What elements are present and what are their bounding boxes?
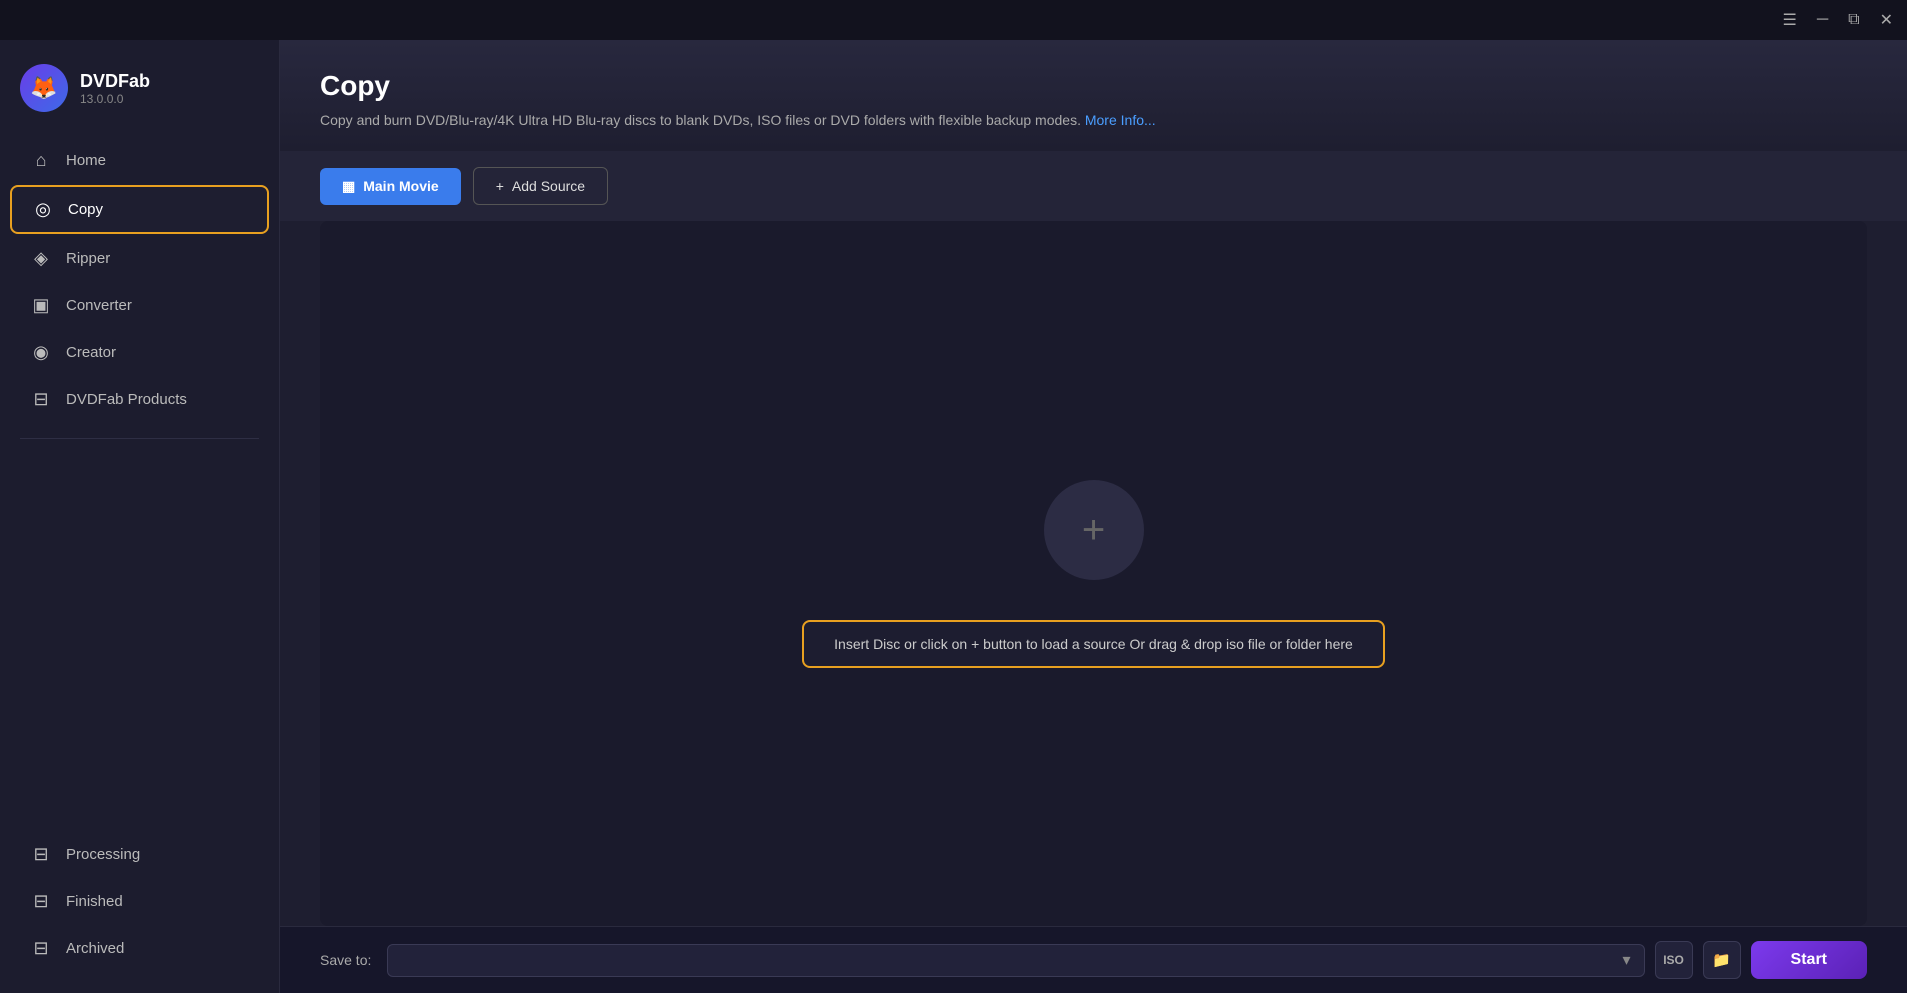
titlebar: ☰ ─ ⧉ ✕ (0, 0, 1907, 40)
sidebar-item-label-products: DVDFab Products (66, 391, 187, 408)
sidebar-item-home[interactable]: ⌂ Home (10, 138, 269, 183)
processing-icon: ⊟ (30, 844, 52, 865)
sidebar-item-copy[interactable]: ◎ Copy (10, 185, 269, 234)
sidebar-nav-bottom: ⊟ Processing ⊟ Finished ⊟ Archived (0, 826, 279, 977)
add-source-plus-icon: + (496, 178, 504, 194)
sidebar-item-creator[interactable]: ◉ Creator (10, 330, 269, 375)
menu-icon[interactable]: ☰ (1778, 6, 1800, 34)
sidebar-item-label-home: Home (66, 152, 106, 169)
ripper-icon: ◈ (30, 248, 52, 269)
sidebar-item-label-finished: Finished (66, 893, 123, 910)
creator-icon: ◉ (30, 342, 52, 363)
drop-hint: Insert Disc or click on + button to load… (802, 620, 1385, 668)
sidebar-item-label-ripper: Ripper (66, 250, 110, 267)
sidebar-item-ripper[interactable]: ◈ Ripper (10, 236, 269, 281)
sidebar-item-processing[interactable]: ⊟ Processing (10, 832, 269, 877)
sidebar-item-archived[interactable]: ⊟ Archived (10, 926, 269, 971)
save-to-label: Save to: (320, 952, 371, 968)
page-header: Copy Copy and burn DVD/Blu-ray/4K Ultra … (280, 40, 1907, 151)
folder-icon: 📁 (1712, 951, 1731, 969)
add-source-label: Add Source (512, 178, 585, 194)
main-movie-button[interactable]: ▦ Main Movie (320, 168, 461, 205)
sidebar-item-label-creator: Creator (66, 344, 116, 361)
sidebar-item-dvdfab-products[interactable]: ⊟ DVDFab Products (10, 377, 269, 422)
save-path-wrapper: ▾ (387, 944, 1644, 977)
close-icon[interactable]: ✕ (1876, 6, 1897, 34)
sidebar-item-label-archived: Archived (66, 940, 124, 957)
home-icon: ⌂ (30, 150, 52, 171)
sidebar-item-label-converter: Converter (66, 297, 132, 314)
add-circle[interactable]: + (1044, 480, 1144, 580)
copy-icon: ◎ (32, 199, 54, 220)
logo-text-block: DVDFab 13.0.0.0 (80, 71, 150, 106)
sidebar-item-label-copy: Copy (68, 201, 103, 218)
archived-icon: ⊟ (30, 938, 52, 959)
app-name: DVDFab (80, 71, 150, 92)
more-info-link[interactable]: More Info... (1085, 112, 1156, 128)
iso-button[interactable]: ISO (1655, 941, 1693, 979)
app-body: 🦊 DVDFab 13.0.0.0 ⌂ Home ◎ Copy ◈ Ripper… (0, 40, 1907, 993)
sidebar-item-converter[interactable]: ▣ Converter (10, 283, 269, 328)
start-button[interactable]: Start (1751, 941, 1867, 979)
page-title: Copy (320, 70, 1867, 102)
minimize-icon[interactable]: ─ (1813, 7, 1832, 33)
finished-icon: ⊟ (30, 891, 52, 912)
maximize-icon[interactable]: ⧉ (1844, 7, 1863, 33)
sidebar: 🦊 DVDFab 13.0.0.0 ⌂ Home ◎ Copy ◈ Ripper… (0, 40, 280, 993)
add-circle-plus-icon: + (1082, 510, 1105, 550)
main-movie-icon: ▦ (342, 178, 355, 195)
sidebar-divider (20, 438, 259, 439)
main-movie-label: Main Movie (363, 178, 438, 194)
sidebar-item-label-processing: Processing (66, 846, 140, 863)
iso-icon: ISO (1663, 953, 1684, 967)
converter-icon: ▣ (30, 295, 52, 316)
save-bar: Save to: ▾ ISO 📁 Start (280, 926, 1907, 993)
page-description: Copy and burn DVD/Blu-ray/4K Ultra HD Bl… (320, 110, 1867, 131)
toolbar: ▦ Main Movie + Add Source (280, 151, 1907, 221)
logo-area: 🦊 DVDFab 13.0.0.0 (0, 56, 279, 132)
app-version: 13.0.0.0 (80, 92, 150, 106)
sidebar-item-finished[interactable]: ⊟ Finished (10, 879, 269, 924)
add-source-button[interactable]: + Add Source (473, 167, 608, 205)
save-path-select[interactable] (387, 944, 1644, 977)
main-content: Copy Copy and burn DVD/Blu-ray/4K Ultra … (280, 40, 1907, 993)
products-icon: ⊟ (30, 389, 52, 410)
app-logo: 🦊 (20, 64, 68, 112)
sidebar-nav-main: ⌂ Home ◎ Copy ◈ Ripper ▣ Converter ◉ Cre… (0, 132, 279, 428)
folder-button[interactable]: 📁 (1703, 941, 1741, 979)
drop-area[interactable]: + Insert Disc or click on + button to lo… (320, 221, 1867, 926)
